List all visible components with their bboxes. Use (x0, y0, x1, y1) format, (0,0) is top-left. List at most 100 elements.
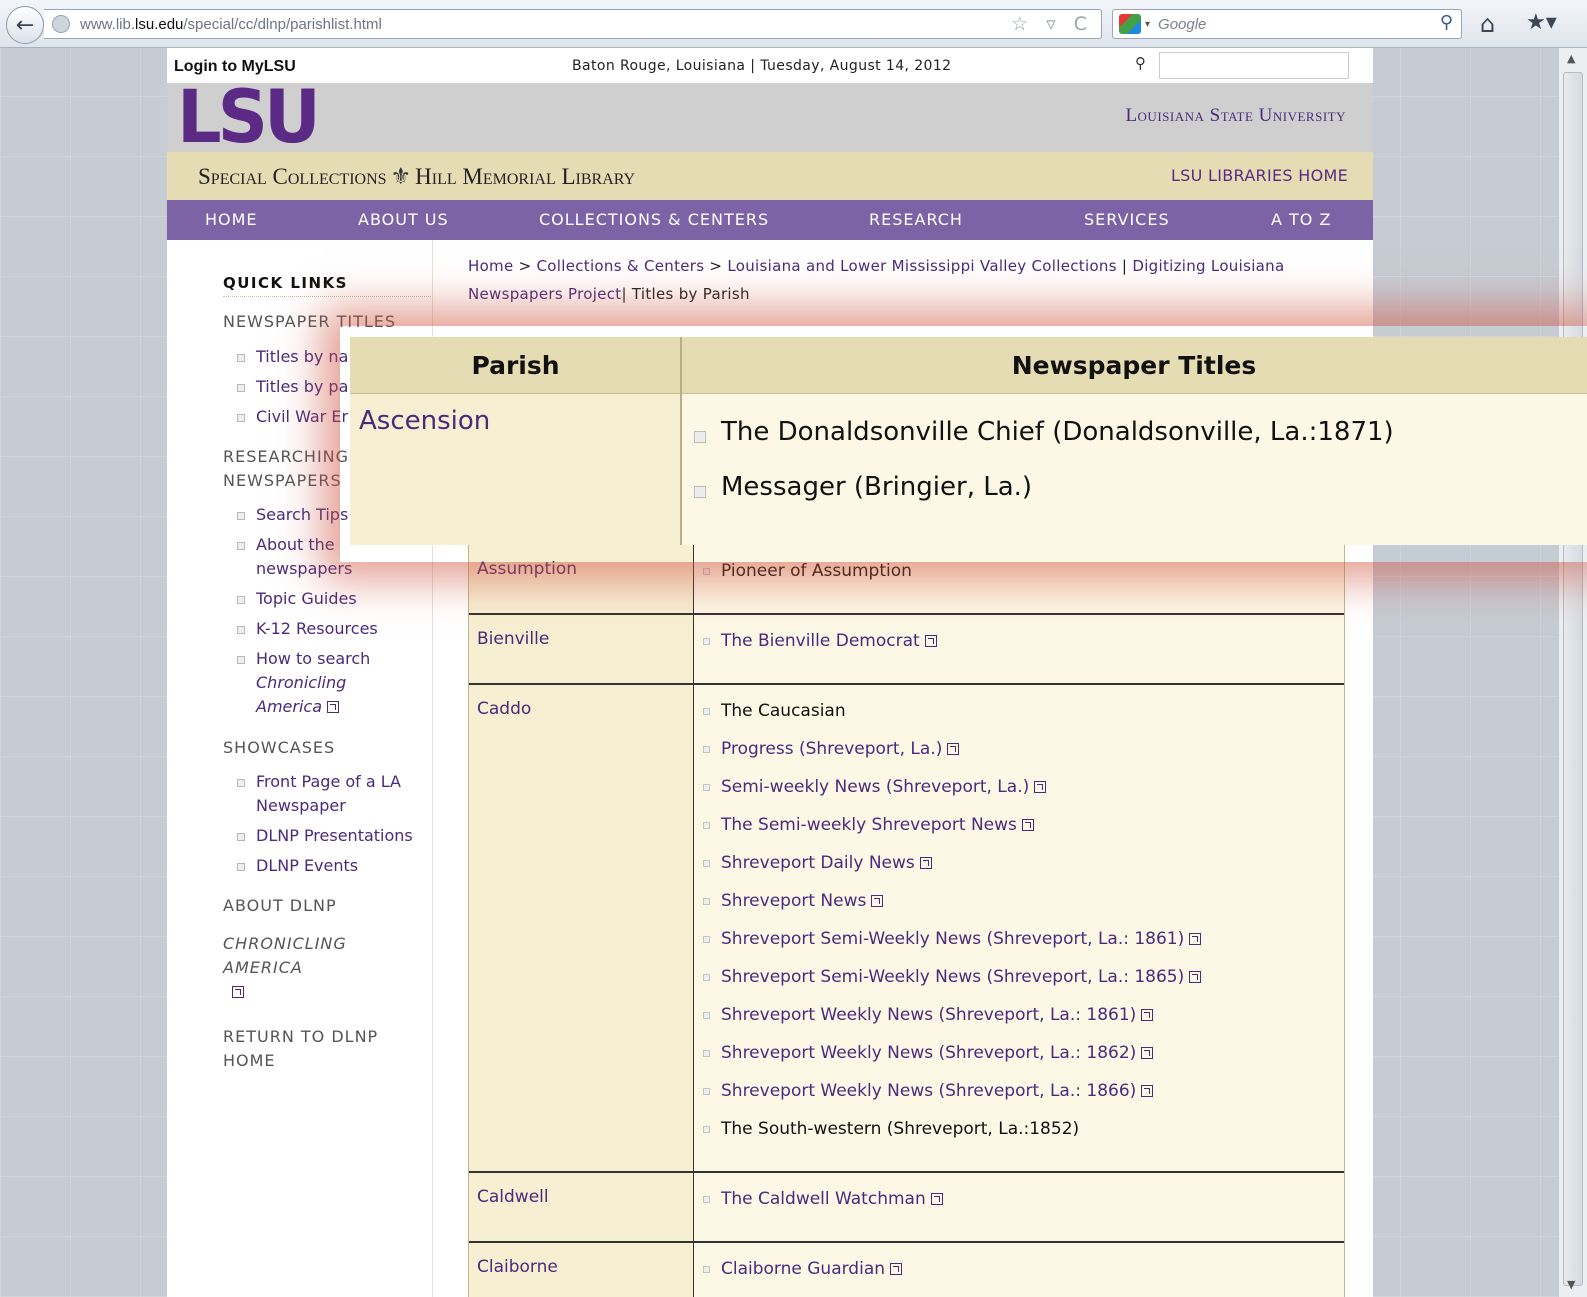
newspaper-title[interactable]: Shreveport Weekly News (Shreveport, La.:… (694, 1003, 1344, 1041)
table-header: Parish Newspaper Titles (350, 337, 1587, 394)
nav-home[interactable]: HOME (205, 200, 258, 240)
newspaper-title[interactable]: Shreveport News (694, 889, 1344, 927)
bullet-icon (237, 596, 245, 604)
bullet-icon (237, 354, 245, 362)
search-input[interactable]: Google (1158, 16, 1206, 33)
section-researching-line2[interactable]: NEWSPAPERS (223, 469, 342, 493)
external-link-icon (919, 857, 932, 869)
newspaper-title[interactable]: Progress (Shreveport, La.) (694, 737, 1344, 775)
breadcrumb-home[interactable]: Home (468, 257, 514, 275)
section-researching[interactable]: RESEARCHING (223, 445, 349, 469)
parish-link-ascension[interactable]: Ascension (359, 406, 490, 436)
section-newspaper-titles[interactable]: NEWSPAPER TITLES (223, 310, 396, 334)
parish-link[interactable]: Bienville (477, 629, 549, 649)
bullet-icon (237, 384, 245, 392)
newspaper-title[interactable]: The Caldwell Watchman (694, 1187, 1344, 1225)
newspaper-title: The Donaldsonville Chief (Donaldsonville… (694, 417, 1394, 447)
search-icon[interactable]: ⚲ (1440, 12, 1453, 33)
newspaper-title: The Caucasian (694, 699, 1344, 737)
university-name[interactable]: Louisiana State University (1125, 105, 1346, 127)
table-row: Caddo The Caucasian Progress (Shreveport, … (469, 685, 1344, 1173)
newspaper-title[interactable]: The Semi-weekly Shreveport News (694, 813, 1344, 851)
bullet-icon (703, 860, 710, 867)
section-return-dlnp-line2[interactable]: HOME (223, 1049, 276, 1073)
scroll-down-arrow-icon[interactable]: ▼ (1567, 1278, 1575, 1291)
external-link-icon (1034, 781, 1047, 793)
external-link-icon (1141, 1009, 1154, 1021)
external-link-icon (1141, 1085, 1154, 1097)
bookmark-star-icon[interactable]: ☆ ▿ C (1011, 13, 1093, 35)
scroll-thumb[interactable] (1563, 72, 1583, 1286)
section-chronicling-america-line2[interactable]: AMERICA (223, 956, 303, 980)
external-link-icon (930, 1193, 943, 1205)
bullet-icon (237, 656, 245, 664)
newspaper-title[interactable]: Shreveport Daily News (694, 851, 1344, 889)
nav-about-us[interactable]: ABOUT US (358, 200, 449, 240)
back-arrow-icon: ← (15, 12, 35, 38)
address-bar[interactable]: www.lib.lsu.edu/special/cc/dlnp/parishli… (44, 9, 1102, 39)
bullet-icon (703, 1196, 710, 1203)
scroll-up-arrow-icon[interactable]: ▲ (1567, 52, 1575, 65)
bullet-icon (703, 708, 710, 715)
bookmarks-menu-icon[interactable]: ★▾ (1526, 10, 1557, 35)
newspaper-title[interactable]: Semi-weekly News (Shreveport, La.) (694, 775, 1344, 813)
external-link-icon (327, 701, 339, 713)
bullet-icon (703, 746, 710, 753)
header-newspaper-titles: Newspaper Titles (1011, 351, 1257, 380)
newspaper-title[interactable]: Shreveport Semi-Weekly News (Shreveport,… (694, 927, 1344, 965)
bullet-icon (703, 784, 710, 791)
collection-bar: Special Collections ⚜ Hill Memorial Librar… (167, 152, 1373, 200)
back-button[interactable]: ← (6, 6, 44, 44)
parish-link[interactable]: Claiborne (477, 1257, 558, 1277)
nav-a-to-z[interactable]: A TO Z (1271, 200, 1331, 240)
section-about-dlnp[interactable]: ABOUT DLNP (223, 894, 337, 918)
search-bar[interactable]: ▾ Google ⚲ (1112, 9, 1462, 39)
libraries-home-link[interactable]: LSU LIBRARIES HOME (1171, 166, 1348, 185)
nav-collections-centers[interactable]: COLLECTIONS & CENTERS (539, 200, 769, 240)
newspaper-title[interactable]: Claiborne Guardian (694, 1257, 1344, 1295)
header-parish: Parish (471, 351, 560, 380)
section-showcases[interactable]: SHOWCASES (223, 736, 335, 760)
lsu-logo[interactable]: LSU (177, 80, 321, 154)
collection-title[interactable]: Special Collections ⚜ Hill Memorial Librar… (198, 164, 635, 190)
google-icon[interactable] (1119, 14, 1141, 34)
bullet-icon (237, 626, 245, 634)
bullet-icon (237, 779, 245, 787)
external-link-icon (1021, 819, 1034, 831)
chevron-down-icon[interactable]: ▾ (1145, 19, 1150, 30)
parish-link[interactable]: Caldwell (477, 1187, 549, 1207)
chronicling-external-link[interactable] (227, 980, 244, 1004)
bullet-icon (703, 1126, 710, 1133)
section-chronicling-america[interactable]: CHRONICLING (223, 932, 347, 956)
parish-link[interactable]: Caddo (477, 699, 531, 719)
bullet-icon (703, 936, 710, 943)
breadcrumb-llmvc[interactable]: Louisiana and Lower Mississippi Valley C… (727, 257, 1116, 275)
external-link-icon (947, 743, 960, 755)
bullet-icon (694, 431, 706, 443)
breadcrumb-collections[interactable]: Collections & Centers (537, 257, 705, 275)
masthead: LSU Louisiana State University (167, 80, 1373, 154)
vertical-scrollbar[interactable]: ▲ ▼ (1558, 48, 1587, 1297)
bullet-icon (703, 1050, 710, 1057)
external-link-icon (1141, 1047, 1154, 1059)
newspaper-title[interactable]: Shreveport Weekly News (Shreveport, La.:… (694, 1041, 1344, 1079)
section-return-dlnp[interactable]: RETURN TO DLNP (223, 1025, 378, 1049)
titles-cell: The Bienville Democrat (694, 615, 1344, 683)
newspaper-title[interactable]: Shreveport Weekly News (Shreveport, La.:… (694, 1079, 1344, 1117)
newspaper-title[interactable]: The Bienville Democrat (694, 629, 1344, 667)
site-search-input[interactable] (1159, 52, 1349, 79)
breadcrumb-current: | Titles by Parish (621, 285, 750, 303)
home-icon[interactable]: ⌂ (1480, 10, 1495, 38)
external-link-icon (924, 635, 937, 647)
parish-link[interactable]: Assumption (477, 559, 577, 579)
parish-cell: Caldwell (469, 1173, 694, 1241)
browser-toolbar: ← www.lib.lsu.edu/special/cc/dlnp/parish… (0, 0, 1587, 48)
nav-research[interactable]: RESEARCH (869, 200, 963, 240)
table-row: Assumption Pioneer of Assumption (469, 545, 1344, 615)
site-identity-icon[interactable] (52, 15, 70, 33)
table-row: Bienville The Bienville Democrat (469, 615, 1344, 685)
newspaper-title[interactable]: Shreveport Semi-Weekly News (Shreveport,… (694, 965, 1344, 1003)
url-text[interactable]: www.lib.lsu.edu/special/cc/dlnp/parishli… (80, 16, 382, 33)
nav-services[interactable]: SERVICES (1084, 200, 1170, 240)
parish-cell: Claiborne (469, 1243, 694, 1297)
